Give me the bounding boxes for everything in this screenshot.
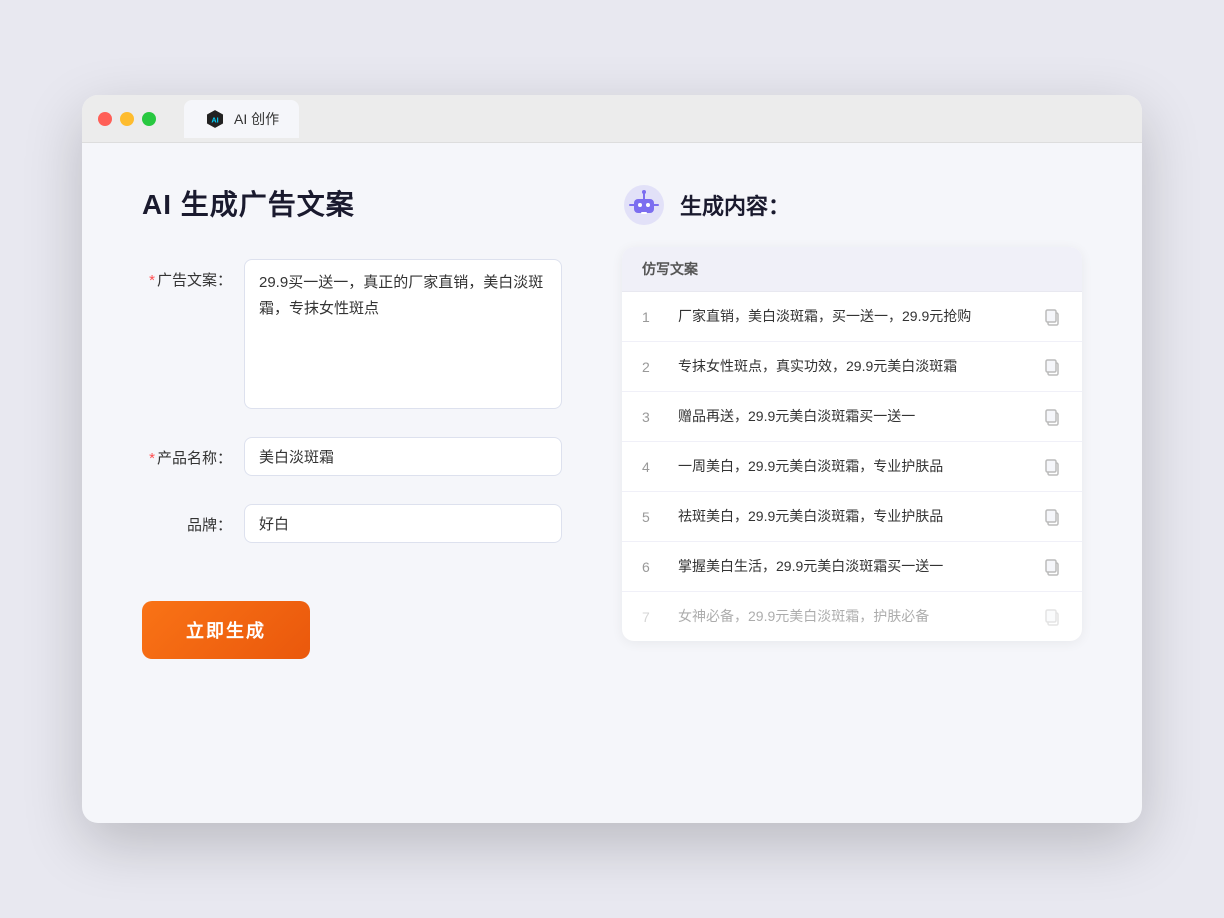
close-button[interactable] (98, 112, 112, 126)
product-name-input[interactable] (244, 437, 562, 476)
ad-copy-textarea[interactable] (244, 259, 562, 409)
copy-icon[interactable] (1042, 507, 1062, 527)
copy-icon[interactable] (1042, 407, 1062, 427)
browser-content: AI 生成广告文案 *广告文案： *产品名称： 品牌： 立即生成 (82, 143, 1142, 823)
left-panel: AI 生成广告文案 *广告文案： *产品名称： 品牌： 立即生成 (142, 183, 562, 783)
row-number: 7 (642, 609, 662, 625)
table-row: 3 赠品再送，29.9元美白淡斑霜买一送一 (622, 392, 1082, 442)
row-number: 6 (642, 559, 662, 575)
traffic-lights (98, 112, 156, 126)
product-name-label: *产品名称： (142, 437, 232, 468)
copy-icon[interactable] (1042, 307, 1062, 327)
right-header: 生成内容： (622, 183, 1082, 227)
row-content: 一周美白，29.9元美白淡斑霜，专业护肤品 (678, 456, 1026, 477)
ad-copy-label: *广告文案： (142, 259, 232, 290)
robot-icon (622, 183, 666, 227)
row-number: 4 (642, 459, 662, 475)
result-rows-container: 1 厂家直销，美白淡斑霜，买一送一，29.9元抢购 2 专抹女性斑点，真实功效，… (622, 292, 1082, 641)
row-number: 2 (642, 359, 662, 375)
maximize-button[interactable] (142, 112, 156, 126)
row-content: 赠品再送，29.9元美白淡斑霜买一送一 (678, 406, 1026, 427)
table-row: 5 祛斑美白，29.9元美白淡斑霜，专业护肤品 (622, 492, 1082, 542)
form-group-brand: 品牌： (142, 504, 562, 543)
required-star-2: * (149, 450, 155, 467)
row-number: 3 (642, 409, 662, 425)
required-star-1: * (149, 272, 155, 289)
copy-icon[interactable] (1042, 357, 1062, 377)
form-group-product-name: *产品名称： (142, 437, 562, 476)
form-group-ad-copy: *广告文案： (142, 259, 562, 409)
titlebar: AI AI 创作 (82, 95, 1142, 143)
svg-text:AI: AI (211, 115, 218, 124)
tab-ai-creation[interactable]: AI AI 创作 (184, 100, 299, 138)
ai-tab-icon: AI (204, 108, 226, 130)
minimize-button[interactable] (120, 112, 134, 126)
right-panel-title: 生成内容： (680, 189, 790, 221)
table-row: 4 一周美白，29.9元美白淡斑霜，专业护肤品 (622, 442, 1082, 492)
browser-window: AI AI 创作 AI 生成广告文案 *广告文案： *产品名称： (82, 95, 1142, 823)
page-title: AI 生成广告文案 (142, 183, 562, 223)
tab-label: AI 创作 (234, 109, 279, 129)
row-content: 女神必备，29.9元美白淡斑霜，护肤必备 (678, 606, 1026, 627)
row-content: 掌握美白生活，29.9元美白淡斑霜买一送一 (678, 556, 1026, 577)
brand-label: 品牌： (142, 504, 232, 535)
result-table: 仿写文案 1 厂家直销，美白淡斑霜，买一送一，29.9元抢购 2 专抹女性斑点，… (622, 247, 1082, 641)
row-content: 祛斑美白，29.9元美白淡斑霜，专业护肤品 (678, 506, 1026, 527)
copy-icon[interactable] (1042, 557, 1062, 577)
row-number: 5 (642, 509, 662, 525)
right-panel: 生成内容： 仿写文案 1 厂家直销，美白淡斑霜，买一送一，29.9元抢购 2 专… (622, 183, 1082, 783)
table-header: 仿写文案 (622, 247, 1082, 292)
row-number: 1 (642, 309, 662, 325)
table-row: 7 女神必备，29.9元美白淡斑霜，护肤必备 (622, 592, 1082, 641)
row-content: 厂家直销，美白淡斑霜，买一送一，29.9元抢购 (678, 306, 1026, 327)
generate-button[interactable]: 立即生成 (142, 601, 310, 659)
table-row: 6 掌握美白生活，29.9元美白淡斑霜买一送一 (622, 542, 1082, 592)
brand-input[interactable] (244, 504, 562, 543)
table-row: 2 专抹女性斑点，真实功效，29.9元美白淡斑霜 (622, 342, 1082, 392)
row-content: 专抹女性斑点，真实功效，29.9元美白淡斑霜 (678, 356, 1026, 377)
copy-icon[interactable] (1042, 457, 1062, 477)
copy-icon[interactable] (1042, 607, 1062, 627)
table-row: 1 厂家直销，美白淡斑霜，买一送一，29.9元抢购 (622, 292, 1082, 342)
